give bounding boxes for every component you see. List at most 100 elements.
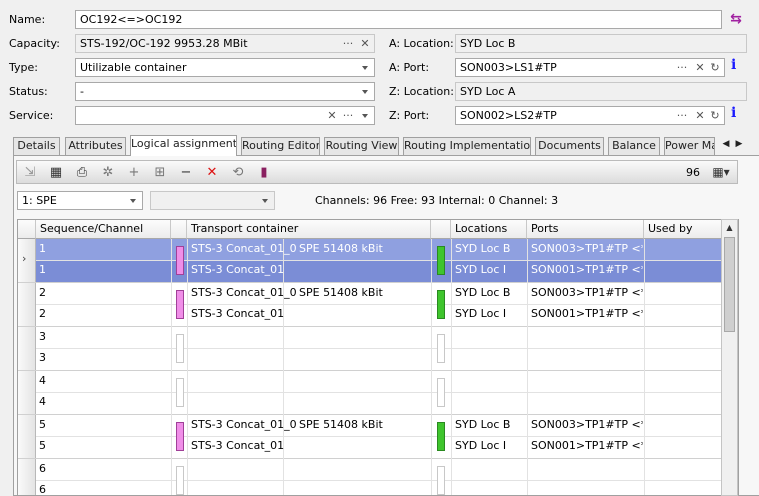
z-port-info-icon[interactable]: i	[731, 105, 736, 121]
table-row[interactable]: 44	[18, 371, 722, 415]
tab-scroll-right-icon[interactable]: ▶	[734, 137, 744, 151]
row-header[interactable]	[18, 327, 36, 371]
channel-cell[interactable]: 5	[36, 436, 166, 456]
location-a-cell[interactable]: SYD Loc B	[452, 415, 526, 435]
col-status-header[interactable]	[431, 220, 451, 239]
location-a-cell[interactable]: SYD Loc B	[452, 283, 526, 303]
tab-power-management[interactable]: Power Ma	[664, 137, 715, 155]
transport-container-cell[interactable]: STS-3 Concat_01_03	[188, 415, 296, 435]
col-transport-header[interactable]: Transport container	[187, 220, 431, 239]
bandwidth-cell[interactable]: SPE 51408 kBit	[296, 239, 428, 259]
delete-icon[interactable]: ✕	[203, 164, 221, 181]
parent-container-cell[interactable]: STS-3 Concat_01	[188, 304, 428, 324]
row-header[interactable]	[18, 283, 36, 327]
z-port-browse-button[interactable]: ···	[674, 107, 690, 124]
print-icon[interactable]: ⎙	[73, 164, 91, 181]
z-port-reload-icon[interactable]: ↻	[709, 107, 721, 124]
tab-routing-view[interactable]: Routing View	[324, 137, 399, 155]
z-location-field[interactable]: SYD Loc A	[455, 82, 747, 101]
tab-scroll-left-icon[interactable]: ◀	[721, 137, 731, 151]
channel-cell[interactable]: 1	[36, 260, 166, 280]
channel-cell[interactable]: 2	[36, 304, 166, 324]
bandwidth-cell[interactable]: SPE 51408 kBit	[296, 283, 428, 303]
col-ports-header[interactable]: Ports	[527, 220, 644, 239]
location-z-cell[interactable]: SYD Loc I	[452, 260, 526, 280]
grid-vertical-scrollbar[interactable]: ▲	[721, 219, 738, 496]
service-field[interactable]: ✕ ···	[75, 106, 375, 125]
channel-cell[interactable]: 4	[36, 392, 166, 412]
port-a-cell[interactable]: SON003>TP1#TP <*>	[528, 239, 643, 259]
type-select[interactable]: Utilizable container	[75, 58, 375, 77]
capacity-browse-button[interactable]: ···	[340, 35, 356, 52]
tab-routing-editor[interactable]: Routing Editor	[241, 137, 320, 155]
add-multiple-icon[interactable]: ⊞	[151, 164, 169, 181]
table-row[interactable]: 5 5 STS-3 Concat_01_03 SPE 51408 kBit STS-3 …	[18, 415, 722, 459]
transport-container-cell[interactable]: STS-3 Concat_01_02	[188, 283, 296, 303]
sequence-cell[interactable]: 1	[36, 239, 166, 259]
service-clear-button[interactable]: ✕	[326, 107, 338, 124]
sequence-cell[interactable]: 5	[36, 415, 166, 435]
status-select[interactable]: -	[75, 82, 375, 101]
scroll-up-icon[interactable]: ▲	[722, 220, 737, 235]
col-locations-header[interactable]: Locations	[451, 220, 527, 239]
export-icon[interactable]: ⇲	[21, 164, 39, 181]
refresh-icon[interactable]: ⟲	[229, 164, 247, 181]
table-row[interactable]: 66	[18, 459, 722, 495]
row-header[interactable]	[18, 415, 36, 459]
a-port-field[interactable]: SON003>LS1#TP ··· ✕ ↻	[455, 58, 725, 77]
a-port-reload-icon[interactable]: ↻	[709, 59, 721, 76]
channel-cell[interactable]: 6	[36, 480, 166, 495]
tab-balance[interactable]: Balance	[608, 137, 660, 155]
col-sequence-header[interactable]: Sequence/Channel	[36, 220, 171, 239]
bandwidth-cell[interactable]: SPE 51408 kBit	[296, 415, 428, 435]
tab-documents[interactable]: Documents	[535, 137, 604, 155]
table-row[interactable]: 2 2 STS-3 Concat_01_02 SPE 51408 kBit STS-3 …	[18, 283, 722, 327]
sequence-cell[interactable]: 6	[36, 459, 166, 479]
table-row[interactable]: › 1 1 STS-3 Concat_01_01 SPE 51408 kBit STS-3…	[18, 239, 722, 283]
port-z-cell[interactable]: SON001>TP1#TP <*>	[528, 260, 643, 280]
channel-cell[interactable]: 3	[36, 348, 166, 368]
scroll-thumb[interactable]	[724, 237, 735, 332]
z-port-clear-button[interactable]: ✕	[694, 107, 706, 124]
sequence-cell[interactable]: 3	[36, 327, 166, 347]
port-z-cell[interactable]: SON001>TP1#TP <*>	[528, 304, 643, 324]
table-row[interactable]: 33	[18, 327, 722, 371]
col-color-header[interactable]	[171, 220, 187, 239]
port-a-cell[interactable]: SON003>TP1#TP <*>	[528, 415, 643, 435]
tab-routing-implementation[interactable]: Routing Implementation	[403, 137, 531, 155]
report-icon[interactable]: ▮	[255, 164, 273, 181]
swap-icon[interactable]: ⇆	[727, 10, 745, 29]
a-port-info-icon[interactable]: i	[731, 57, 736, 73]
port-z-cell[interactable]: SON001>TP1#TP <*>	[528, 436, 643, 456]
transport-container-cell[interactable]: STS-3 Concat_01_01	[188, 239, 296, 259]
tab-attributes[interactable]: Attributes	[65, 137, 126, 155]
row-header[interactable]	[18, 459, 36, 495]
col-used-by-header[interactable]: Used by	[644, 220, 722, 239]
a-location-field[interactable]: SYD Loc B	[455, 34, 747, 53]
port-a-cell[interactable]: SON003>TP1#TP <*>	[528, 283, 643, 303]
location-a-cell[interactable]: SYD Loc B	[452, 239, 526, 259]
a-port-browse-button[interactable]: ···	[674, 59, 690, 76]
settings-icon[interactable]: ✲	[99, 164, 117, 181]
secondary-select[interactable]	[150, 191, 275, 210]
parent-container-cell[interactable]: STS-3 Concat_01	[188, 260, 428, 280]
parent-container-cell[interactable]: STS-3 Concat_01	[188, 436, 428, 456]
tab-logical-assignment[interactable]: Logical assignment	[130, 135, 237, 156]
column-chooser-icon[interactable]: ▦▾	[706, 163, 736, 182]
sequence-cell[interactable]: 2	[36, 283, 166, 303]
a-port-clear-button[interactable]: ✕	[694, 59, 706, 76]
add-icon[interactable]: +	[125, 164, 143, 181]
capacity-field[interactable]: STS-192/OC-192 9953.28 MBit ··· ✕	[75, 34, 375, 53]
save-icon[interactable]: ▦	[47, 164, 65, 181]
name-field[interactable]: OC192<=>OC192	[75, 10, 722, 29]
remove-icon[interactable]: −	[177, 164, 195, 181]
layer-select[interactable]: 1: SPE	[17, 191, 143, 210]
location-z-cell[interactable]: SYD Loc I	[452, 304, 526, 324]
sequence-cell[interactable]: 4	[36, 371, 166, 391]
location-z-cell[interactable]: SYD Loc I	[452, 436, 526, 456]
tab-details[interactable]: Details	[13, 137, 60, 155]
z-port-field[interactable]: SON002>LS2#TP ··· ✕ ↻	[455, 106, 725, 125]
row-header[interactable]	[18, 371, 36, 415]
service-browse-button[interactable]: ···	[340, 107, 356, 124]
capacity-clear-button[interactable]: ✕	[359, 35, 371, 52]
